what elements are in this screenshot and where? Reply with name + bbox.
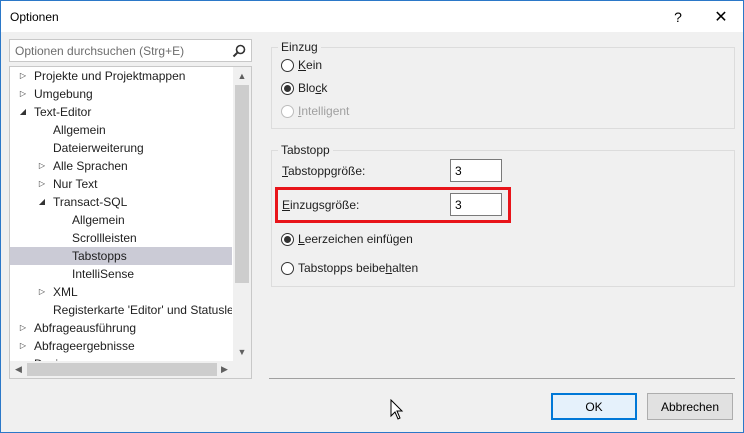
tree-item[interactable]: ▷ Umgebung <box>10 85 232 103</box>
tree-item-label: Text-Editor <box>34 105 92 119</box>
scroll-right-arrow-icon[interactable]: ▶ <box>216 361 233 378</box>
einzug-radio-label-post: k <box>321 81 328 95</box>
cancel-button[interactable]: Abbrechen <box>647 393 733 420</box>
einzug-radio-2: Intelligent <box>281 102 349 120</box>
radio-checked-icon[interactable] <box>281 81 294 95</box>
tab-size-label-post: abstoppgröße: <box>288 164 366 178</box>
options-dialog: Optionen ? ✕ ▷ Projekte und Projektmappen… <box>0 0 744 433</box>
tree-vertical-scrollbar[interactable]: ▲ ▼ <box>233 67 251 361</box>
tree-collapsed-icon[interactable]: ▷ <box>37 283 47 301</box>
tabstopp-radio-label: Tabstopps beibehalten <box>298 261 418 275</box>
tabstopp-radio-1[interactable]: Tabstopps beibehalten <box>281 259 418 277</box>
tree-item[interactable]: Registerkarte 'Editor' und Statuslei <box>10 301 232 319</box>
tree-collapsed-icon[interactable]: ▷ <box>18 319 28 337</box>
einzug-radio-label: Kein <box>298 58 322 72</box>
tree-item[interactable]: ▷ Projekte und Projektmappen <box>10 67 232 85</box>
dialog-title: Optionen <box>10 10 59 24</box>
tree-item-label: Umgebung <box>34 87 93 101</box>
tree-item-label: Allgemein <box>53 123 106 137</box>
tree-item-label: Nur Text <box>53 177 98 191</box>
tree-item[interactable]: Allgemein <box>10 211 232 229</box>
tree-item-label: Alle Sprachen <box>53 159 128 173</box>
tabstopp-radio-0[interactable]: Leerzeichen einfügen <box>281 230 413 248</box>
tabstopp-group-title: Tabstopp <box>278 143 333 157</box>
tree-item[interactable]: IntelliSense <box>10 265 232 283</box>
scroll-corner <box>233 361 251 378</box>
tree-collapsed-icon[interactable]: ▷ <box>37 175 47 193</box>
tree-item-label: Scrollleisten <box>72 231 137 245</box>
tree-horizontal-scrollbar[interactable]: ◀ ▶ <box>10 361 233 378</box>
tree-item[interactable]: Allgemein <box>10 121 232 139</box>
tree-collapsed-icon[interactable]: ▷ <box>18 337 28 355</box>
options-search-input[interactable] <box>10 40 225 61</box>
close-button[interactable]: ✕ <box>699 1 743 32</box>
tree-collapsed-icon[interactable]: ▷ <box>37 157 47 175</box>
tree-item-label: IntelliSense <box>72 267 135 281</box>
radio-unchecked-icon <box>281 104 294 118</box>
tree-item-label: Abfrageergebnisse <box>34 339 135 353</box>
scroll-down-arrow-icon[interactable]: ▼ <box>233 343 251 361</box>
tree-item[interactable]: ▷ XML <box>10 283 232 301</box>
ok-button[interactable]: OK <box>551 393 637 420</box>
tree-item-label: Tabstopps <box>72 249 127 263</box>
tree-collapsed-icon[interactable]: ▷ <box>18 67 28 85</box>
tree-item[interactable]: Scrollleisten <box>10 229 232 247</box>
tree-vertical-scroll-thumb[interactable] <box>235 85 249 283</box>
radio-unchecked-icon[interactable] <box>281 261 294 275</box>
einzug-group-title: Einzug <box>278 40 321 54</box>
tabstopp-radio-label-post: eerzeichen einfügen <box>304 232 413 246</box>
tree-item-label: Transact-SQL <box>53 195 128 209</box>
einzug-radio-label: Block <box>298 81 327 95</box>
tree-item[interactable]: Dateierweiterung <box>10 139 232 157</box>
tree-collapsed-icon[interactable]: ▷ <box>18 85 28 103</box>
einzug-radio-0[interactable]: Kein <box>281 56 322 74</box>
einzug-radio-label-post: ein <box>306 58 323 72</box>
tabstopp-radio-label-key: L <box>298 232 305 246</box>
tree-horizontal-scroll-thumb[interactable] <box>27 363 217 376</box>
tree-item[interactable]: ▷ Abfrageausführung <box>10 319 232 337</box>
tree-item[interactable]: Tabstopps <box>10 247 232 265</box>
options-tree: ▷ Projekte und Projektmappen ▷ Umgebung ◢ Tex… <box>9 66 252 379</box>
mouse-cursor-icon <box>390 399 404 420</box>
einzug-radio-label: Intelligent <box>298 104 349 118</box>
tree-item-label: Abfrageausführung <box>34 321 137 335</box>
einzug-radio-label-key: K <box>298 58 307 72</box>
tree-item[interactable]: ▷ Abfrageergebnisse <box>10 337 232 355</box>
tab-size-label: Tabstoppgröße: <box>282 164 365 178</box>
tree-expanded-icon[interactable]: ◢ <box>18 103 28 121</box>
tree-item[interactable]: ▷ Nur Text <box>10 175 232 193</box>
tree-item[interactable]: ◢ Text-Editor <box>10 103 232 121</box>
einzug-radio-1[interactable]: Block <box>281 79 327 97</box>
footer-divider <box>269 378 735 379</box>
help-button[interactable]: ? <box>656 1 700 32</box>
options-search-box <box>9 39 252 62</box>
scroll-up-arrow-icon[interactable]: ▲ <box>233 67 251 85</box>
tree-item[interactable]: ◢ Transact-SQL <box>10 193 232 211</box>
tree-item-label: XML <box>53 285 78 299</box>
highlight-box <box>275 187 511 223</box>
tree-item-label: Dateierweiterung <box>53 141 144 155</box>
tree-item-label: Projekte und Projektmappen <box>34 69 186 83</box>
tree-expanded-icon[interactable]: ◢ <box>37 193 47 211</box>
tabstopp-radio-label: Leerzeichen einfügen <box>298 232 413 246</box>
scroll-left-arrow-icon[interactable]: ◀ <box>10 361 27 378</box>
tree-item-label: Allgemein <box>72 213 125 227</box>
tree-item[interactable]: ▷ Alle Sprachen <box>10 157 232 175</box>
tabstopp-radio-label-pre: Tabstopps beibe <box>298 261 386 275</box>
title-bar: Optionen ? ✕ <box>1 1 743 32</box>
einzug-radio-label-post: ntelligent <box>301 104 350 118</box>
tab-size-input[interactable] <box>450 159 502 182</box>
radio-checked-icon[interactable] <box>281 232 294 246</box>
tree-item-label: Registerkarte 'Editor' und Statuslei <box>53 303 232 317</box>
tabstopp-radio-label-post: alten <box>392 261 419 275</box>
einzug-radio-label-pre: Blo <box>298 81 316 95</box>
search-icon[interactable] <box>231 43 247 59</box>
radio-unchecked-icon[interactable] <box>281 58 294 72</box>
